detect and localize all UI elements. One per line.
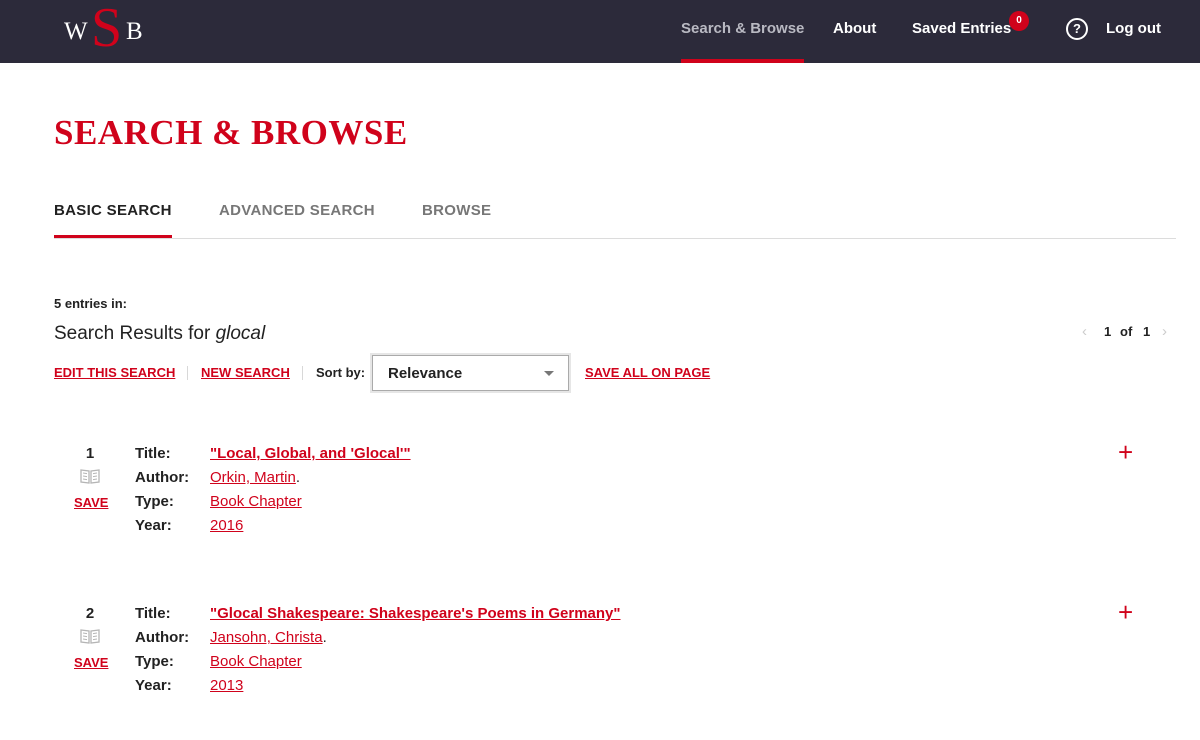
current-page: 1 [1104,324,1112,339]
sort-by-label: Sort by: [316,365,366,380]
nav-search-browse-label: Search & Browse [681,20,805,37]
edit-search-link[interactable]: EDIT THIS SEARCH [54,365,175,380]
nav-saved-entries[interactable]: Saved Entries [912,0,1011,63]
entry-number: 1 [85,445,95,462]
entry-year-link[interactable]: 2013 [210,677,243,694]
results-heading-prefix: Search Results for [54,323,216,344]
entries-count: 5 entries in: [54,296,127,311]
field-label-type: Type: [135,653,174,670]
field-label-author: Author: [135,469,190,486]
results-query: glocal [215,323,266,344]
tab-basic-search-label: BASIC SEARCH [54,202,172,219]
tab-browse[interactable]: BROWSE [422,202,491,219]
divider [302,366,303,380]
logo-letter-b: B [126,18,144,45]
sort-select-value: Relevance [388,365,463,382]
save-entry-button[interactable]: SAVE [74,655,108,670]
logo-letter-w: W [64,18,89,45]
entry-type-link[interactable]: Book Chapter [210,653,302,670]
page-of-label: of [1120,324,1133,339]
saved-count-badge: 0 [1009,11,1029,31]
plus-icon[interactable]: + [1118,439,1133,465]
entry-author: Orkin, Martin. [210,469,301,486]
field-label-title: Title: [135,445,171,462]
search-tabs: BASIC SEARCH ADVANCED SEARCH BROWSE [54,190,1176,239]
entry-number: 2 [85,605,95,622]
sort-select[interactable]: Relevance [372,355,569,391]
wsb-logo[interactable]: W S B [64,0,154,56]
plus-icon[interactable]: + [1118,599,1133,625]
new-search-link[interactable]: NEW SEARCH [201,365,290,380]
field-label-type: Type: [135,493,174,510]
book-icon [80,629,100,644]
nav-about[interactable]: About [833,0,876,63]
nav-active-indicator [681,59,805,63]
page-title: SEARCH & BROWSE [54,113,408,152]
help-circle-icon[interactable]: ? [1066,18,1088,40]
result-entry: 1 SAVE Title: Author: Type: Year: "Local… [0,439,1200,575]
prev-page-icon[interactable]: ‹ [1082,323,1087,340]
save-entry-button[interactable]: SAVE [74,495,108,510]
divider [187,366,188,380]
entry-title-link[interactable]: "Local, Global, and 'Glocal'" [210,445,411,462]
tab-advanced-search[interactable]: ADVANCED SEARCH [219,202,375,219]
next-page-icon[interactable]: › [1162,323,1167,340]
results-heading: Search Results for glocal [54,323,265,345]
field-label-year: Year: [135,677,172,694]
entry-title-link[interactable]: "Glocal Shakespeare: Shakespeare's Poems… [210,605,621,622]
field-label-author: Author: [135,629,190,646]
entry-author-link[interactable]: Orkin, Martin [210,469,296,486]
caret-down-icon [544,371,554,376]
nav-search-browse[interactable]: Search & Browse [681,0,805,63]
field-label-title: Title: [135,605,171,622]
book-icon [80,469,100,484]
tab-basic-search[interactable]: BASIC SEARCH [54,202,172,238]
tab-active-indicator [54,235,172,238]
save-all-link[interactable]: SAVE ALL ON PAGE [585,365,710,380]
result-entry: 2 SAVE Title: Author: Type: Year: "Gloca… [0,599,1200,735]
entry-year-link[interactable]: 2016 [210,517,243,534]
entry-author: Jansohn, Christa. [210,629,327,646]
total-pages: 1 [1143,324,1151,339]
field-label-year: Year: [135,517,172,534]
logo-letter-s: S [91,0,123,59]
nav-logout[interactable]: Log out [1106,0,1161,63]
entry-type-link[interactable]: Book Chapter [210,493,302,510]
entry-author-link[interactable]: Jansohn, Christa [210,629,323,646]
top-navbar: W S B Search & Browse About Saved Entrie… [0,0,1200,63]
